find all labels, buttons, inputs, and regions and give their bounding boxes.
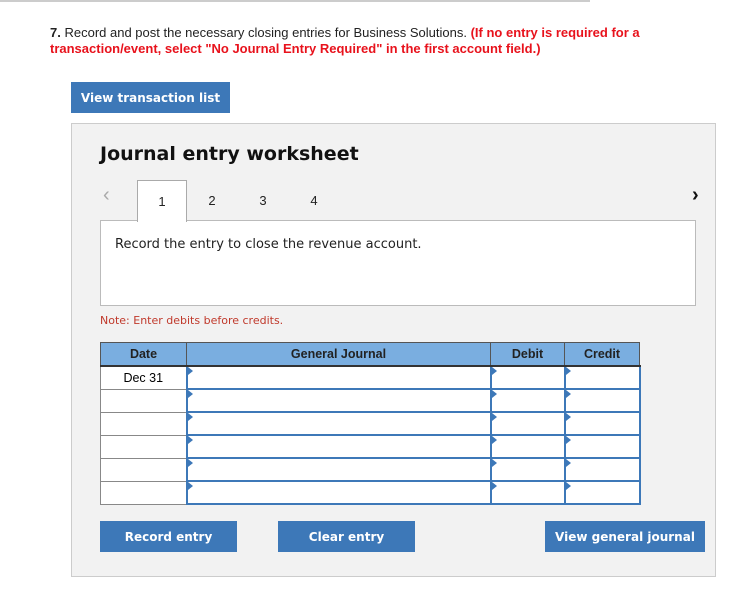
header-general-journal: General Journal [186, 342, 491, 367]
table-row [100, 411, 641, 436]
description-text: Record the entry to close the revenue ac… [115, 237, 422, 252]
note: Note: Enter debits before credits. [100, 314, 284, 327]
account-input[interactable] [185, 457, 492, 482]
account-input[interactable] [185, 388, 492, 413]
credit-input[interactable] [563, 480, 641, 505]
account-input[interactable] [185, 411, 492, 436]
tab-2[interactable]: 2 [188, 180, 236, 220]
header-debit: Debit [490, 342, 565, 367]
view-general-journal-button[interactable]: View general journal [545, 521, 705, 552]
header-credit: Credit [564, 342, 640, 367]
account-input[interactable] [185, 434, 492, 459]
debit-input[interactable] [489, 457, 566, 482]
record-entry-button[interactable]: Record entry [100, 521, 237, 552]
debit-input[interactable] [489, 480, 566, 505]
table-row [100, 434, 641, 459]
date-cell [100, 457, 187, 482]
question-text: 7. Record and post the necessary closing… [50, 25, 640, 56]
date-cell [100, 411, 187, 436]
credit-input[interactable] [563, 365, 641, 390]
credit-input[interactable] [563, 388, 641, 413]
entry-description: Record the entry to close the revenue ac… [100, 220, 696, 306]
date-cell [100, 388, 187, 413]
date-cell [100, 480, 187, 505]
credit-input[interactable] [563, 434, 641, 459]
account-input[interactable] [185, 480, 492, 505]
tab-1[interactable]: 1 [137, 180, 187, 222]
debit-input[interactable] [489, 365, 566, 390]
date-cell: Dec 31 [100, 365, 187, 390]
credit-input[interactable] [563, 457, 641, 482]
top-divider [0, 0, 590, 2]
date-cell [100, 434, 187, 459]
table-row [100, 388, 641, 413]
view-transaction-list-button[interactable]: View transaction list [71, 82, 230, 113]
journal-table: Date General Journal Debit Credit Dec 31 [100, 342, 641, 505]
debit-input[interactable] [489, 388, 566, 413]
tab-4[interactable]: 4 [290, 180, 338, 220]
clear-entry-button[interactable]: Clear entry [278, 521, 415, 552]
account-input[interactable] [185, 365, 492, 390]
table-row: Dec 31 [100, 365, 641, 390]
worksheet-title: Journal entry worksheet [100, 143, 359, 165]
debit-input[interactable] [489, 411, 566, 436]
credit-input[interactable] [563, 411, 641, 436]
table-row [100, 480, 641, 505]
prev-arrow-icon[interactable]: ‹ [103, 184, 110, 207]
next-arrow-icon[interactable]: › [692, 184, 699, 207]
debit-input[interactable] [489, 434, 566, 459]
header-date: Date [100, 342, 187, 367]
table-row [100, 457, 641, 482]
tab-3[interactable]: 3 [239, 180, 287, 220]
